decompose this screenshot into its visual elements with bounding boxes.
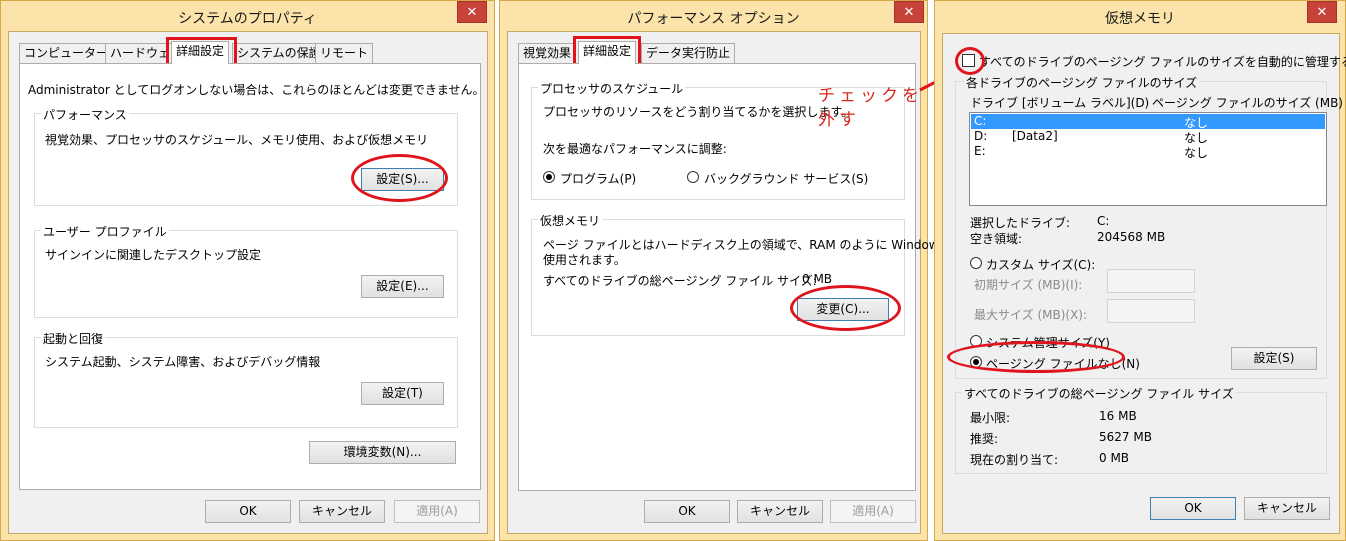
free-space-value: 204568 MB — [1097, 230, 1166, 244]
user-profile-description: サインインに関連したデスクトップ設定 — [45, 248, 262, 262]
ok-button[interactable]: OK — [1150, 497, 1236, 520]
current-allocation-value: 0 MB — [1099, 451, 1130, 465]
minimum-label: 最小限: — [970, 411, 1011, 425]
tab-data-execution-prevention[interactable]: データ実行防止 — [641, 43, 736, 63]
close-button[interactable]: ✕ — [894, 1, 924, 23]
max-size-input[interactable] — [1107, 299, 1195, 323]
performance-options-dialog: パフォーマンス オプション ✕ 視覚効果 詳細設定 データ実行防止 プロセッサの… — [499, 0, 961, 541]
total-paging-group-label: すべてのドライブの総ページング ファイル サイズ — [962, 385, 1236, 402]
virtual-memory-label: 仮想メモリ — [538, 212, 603, 229]
recommended-value: 5627 MB — [1099, 430, 1152, 444]
max-size-label: 最大サイズ (MB)(X): — [974, 308, 1088, 322]
drive-list[interactable]: C: なし D: [Data2] なし E: なし — [969, 112, 1327, 206]
processor-scheduling-description: プロセッサのリソースをどう割り当てるかを選択します。 — [543, 105, 854, 119]
processor-scheduling-label: プロセッサのスケジュール — [538, 80, 686, 97]
title-bar[interactable]: 仮想メモリ ✕ — [935, 1, 1345, 31]
change-button-highlight — [790, 285, 901, 331]
free-space-label: 空き領域: — [970, 232, 1023, 246]
selected-drive-value: C: — [1097, 214, 1110, 228]
dialog-title: パフォーマンス オプション — [627, 11, 800, 27]
programs-radio[interactable] — [543, 171, 555, 183]
ok-button[interactable]: OK — [644, 500, 730, 523]
title-bar[interactable]: パフォーマンス オプション ✕ — [500, 1, 927, 31]
startup-recovery-group-label: 起動と回復 — [41, 330, 106, 347]
user-profile-group-label: ユーザー プロファイル — [41, 223, 169, 240]
tab-visual-effects[interactable]: 視覚効果 — [518, 43, 577, 63]
paging-size-group: 各ドライブのページング ファイルのサイズ ドライブ [ボリューム ラベル](D)… — [955, 74, 1343, 379]
advanced-tab-panel: Administrator としてログオンしない場合は、これらのほとんどは変更で… — [19, 63, 485, 490]
paging-size-group-label: 各ドライブのページング ファイルのサイズ — [964, 74, 1200, 91]
startup-recovery-group: 起動と回復 システム起動、システム障害、およびデバッグ情報 設定(T) — [34, 330, 458, 428]
drive-column-header: ドライブ [ボリューム ラベル](D) — [970, 96, 1150, 110]
admin-note: Administrator としてログオンしない場合は、これらのほとんどは変更で… — [28, 83, 485, 97]
cancel-button[interactable]: キャンセル — [737, 500, 823, 523]
recommended-label: 推奨: — [970, 432, 999, 446]
dialog-client-area: コンピューター名 ハードウェア 詳細設定 システムの保護 リモート Admini… — [8, 31, 488, 534]
custom-size-radio[interactable] — [970, 257, 982, 269]
performance-settings-highlight — [351, 154, 448, 202]
title-bar[interactable]: システムのプロパティ ✕ — [1, 1, 494, 31]
startup-recovery-description: システム起動、システム障害、およびデバッグ情報 — [45, 355, 321, 369]
performance-description: 視覚効果、プロセッサのスケジュール、メモリ使用、および仮想メモリ — [45, 133, 429, 147]
close-button[interactable]: ✕ — [457, 1, 487, 23]
paging-size: なし — [1184, 146, 1209, 160]
cancel-button[interactable]: キャンセル — [299, 500, 385, 523]
initial-size-label: 初期サイズ (MB)(I): — [974, 278, 1083, 292]
auto-manage-checkbox-highlight — [955, 47, 985, 75]
tab-remote[interactable]: リモート — [315, 43, 374, 63]
close-button[interactable]: ✕ — [1307, 1, 1337, 23]
user-profile-group: ユーザー プロファイル サインインに関連したデスクトップ設定 設定(E)... — [34, 223, 458, 318]
apply-button[interactable]: 適用(A) — [830, 500, 916, 523]
background-services-radio-label[interactable]: バックグラウンド サービス(S) — [704, 170, 868, 187]
selected-drive-label: 選択したドライブ: — [970, 216, 1071, 230]
current-allocation-label: 現在の割り当て: — [970, 453, 1059, 467]
drive-row-d[interactable]: D: [Data2] なし — [971, 129, 1325, 145]
auto-manage-label[interactable]: すべてのドライブのページング ファイルのサイズを自動的に管理する(A) — [979, 53, 1346, 70]
apply-button[interactable]: 適用(A) — [394, 500, 480, 523]
startup-recovery-settings-button[interactable]: 設定(T) — [361, 382, 444, 405]
ok-button[interactable]: OK — [205, 500, 291, 523]
dialog-client-area: すべてのドライブのページング ファイルのサイズを自動的に管理する(A) 各ドライ… — [942, 33, 1346, 534]
user-profile-settings-button[interactable]: 設定(E)... — [361, 275, 444, 298]
system-properties-dialog: システムのプロパティ ✕ コンピューター名 ハードウェア 詳細設定 システムの保… — [0, 0, 495, 541]
dialog-title: 仮想メモリ — [1105, 11, 1175, 27]
dialog-title: システムのプロパティ — [178, 11, 317, 27]
drive-row-e[interactable]: E: なし — [971, 144, 1325, 160]
uncheck-annotation-line1: チェックを — [818, 86, 923, 106]
programs-radio-label[interactable]: プログラム(P) — [560, 170, 636, 187]
environment-variables-button[interactable]: 環境変数(N)... — [309, 441, 456, 464]
adjust-for-label: 次を最適なパフォーマンスに調整: — [543, 142, 727, 156]
initial-size-input[interactable] — [1107, 269, 1195, 293]
total-paging-size-label: すべてのドライブの総ページング ファイル サイズ: — [543, 274, 817, 288]
total-paging-group: すべてのドライブの総ページング ファイル サイズ 最小限: 16 MB 推奨: … — [955, 385, 1327, 474]
no-paging-file-highlight — [947, 341, 1125, 373]
performance-group-label: パフォーマンス — [41, 106, 129, 123]
uncheck-annotation-line2: 外す — [818, 110, 860, 130]
tab-advanced[interactable]: 詳細設定 — [578, 41, 637, 64]
drive-letter: D: — [974, 129, 988, 143]
minimum-value: 16 MB — [1099, 409, 1137, 423]
drive-row-c[interactable]: C: なし — [971, 114, 1325, 130]
total-paging-size-value: 0 MB — [802, 272, 833, 286]
custom-size-label[interactable]: カスタム サイズ(C): — [986, 256, 1095, 273]
tab-system-protection[interactable]: システムの保護 — [232, 43, 326, 63]
cancel-button[interactable]: キャンセル — [1244, 497, 1330, 520]
set-button[interactable]: 設定(S) — [1231, 347, 1317, 370]
background-services-radio[interactable] — [687, 171, 699, 183]
drive-letter: E: — [974, 144, 986, 158]
volume-label: [Data2] — [1012, 129, 1058, 143]
virtual-memory-description-line2: 使用されます。 — [543, 253, 626, 267]
size-column-header: ページング ファイルのサイズ (MB) — [1152, 96, 1343, 110]
drive-letter: C: — [974, 114, 987, 128]
virtual-memory-dialog: 仮想メモリ ✕ すべてのドライブのページング ファイルのサイズを自動的に管理する… — [934, 0, 1346, 541]
tab-advanced[interactable]: 詳細設定 — [171, 41, 230, 64]
